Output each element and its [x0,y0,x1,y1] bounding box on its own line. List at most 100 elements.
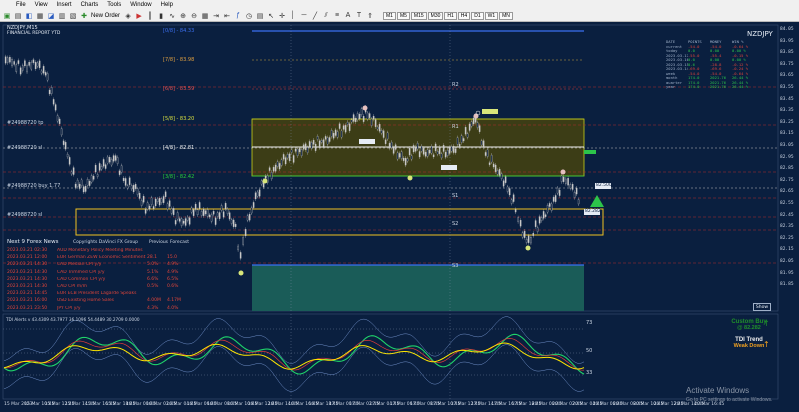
menu-tools[interactable]: Tools [107,2,121,8]
menu-view[interactable]: View [35,2,48,8]
timeframe-m15[interactable]: M15 [410,11,427,20]
stats-row: year 174.0 2021.76 26.44 % [666,84,776,89]
period-icon[interactable]: ◷ [245,12,253,20]
candle-body [36,62,39,67]
profiles-icon[interactable]: ▤ [14,12,22,20]
chart-shift-icon[interactable]: ⇤ [223,12,231,20]
horizontal-line-icon[interactable]: ─ [300,12,308,20]
candle-chart-icon[interactable]: ▮ [157,12,165,20]
candle-body [146,202,149,210]
news-cell: 2023.03.21 16:00 [7,298,48,304]
candle-body [54,104,57,111]
timeframe-m30[interactable]: M30 [427,11,444,20]
candle-body [386,132,389,140]
order-label-sl: #24988720 sl [7,145,43,151]
candle-body [166,203,169,210]
timeframe-m5[interactable]: M5 [396,11,410,20]
news-cell: JPY CPI y/y [57,305,81,311]
timeframe-h4[interactable]: H4 [457,11,471,20]
channel-icon[interactable]: ⫽ [322,12,330,20]
autoscroll-icon[interactable]: ⇥ [212,12,220,20]
trendline-icon[interactable]: ╱ [311,12,319,20]
tester-icon[interactable]: ▧ [69,12,77,20]
show-button[interactable]: Show [753,303,771,311]
candle-body [575,187,578,195]
candle-body [290,149,293,153]
timeframe-d1[interactable]: D1 [471,11,484,20]
candle-body [208,214,211,218]
crosshair-icon[interactable]: ✛ [278,12,286,20]
text-icon[interactable]: A [344,12,352,20]
menu-insert[interactable]: Insert [57,2,72,8]
candle-body [521,232,524,238]
news-row: 2023.03.21 14:30 CAD Common CPI y/y 6.6% 6.… [7,276,247,283]
candle-body [282,154,285,160]
meta-editor-icon[interactable]: ◈ [124,12,132,20]
candle-body [202,208,205,216]
candle-body [484,152,487,156]
timeframe-h1[interactable]: H1 [444,11,457,20]
candle-body [436,151,439,155]
price-chart[interactable]: ↑ ↑ NZDJPY,M15 FINANCIAL REPORT YTD [0/8… [0,23,799,412]
new-chart-icon[interactable]: ▣ [3,12,11,20]
menu-help[interactable]: Help [161,2,173,8]
navigator-icon[interactable]: ◪ [47,12,55,20]
news-cell: 2023.03.21 14:30 [7,269,48,275]
bar-chart-icon[interactable]: ┃ [146,12,154,20]
candle-body [552,197,555,202]
candle-body [424,151,427,157]
new-order-icon[interactable]: ✚ [80,12,88,20]
candle-body [380,130,383,134]
timeframe-m1[interactable]: M1 [383,11,396,20]
candle-body [80,179,83,187]
line-chart-icon[interactable]: ∿ [168,12,176,20]
timeframe-mn[interactable]: MN [499,11,513,20]
candle-body [294,148,297,152]
timeframe-w1[interactable]: W1 [484,11,499,20]
candle-body [476,122,479,128]
terminal-icon[interactable]: ▥ [58,12,66,20]
candle-body [569,184,572,189]
candle-body [308,141,311,147]
candle-body [468,123,471,131]
green-zone [252,265,584,311]
candle-body [248,214,251,221]
price-axis-label: 82.65 [780,189,794,195]
arrows-icon[interactable]: ⇑ [366,12,374,20]
candle-body [358,114,361,119]
news-row: 2023.03.21 14:30 CAD Median CPI y/y 5.0% 4.… [7,261,247,268]
candle-body [420,145,423,152]
zoom-out-icon[interactable]: ⊖ [190,12,198,20]
candle-body [152,206,155,209]
menu-file[interactable]: File [16,2,26,8]
market-watch-icon[interactable]: ◧ [25,12,33,20]
candle-body [138,192,141,199]
candle-body [506,186,509,192]
data-window-icon[interactable]: ▦ [36,12,44,20]
tile-windows-icon[interactable]: ▦ [201,12,209,20]
candle-body [502,180,505,187]
candle-body [490,154,493,163]
label-icon[interactable]: T [355,12,363,20]
candle-body [322,139,325,147]
candle-body [378,124,381,132]
candle-body [478,125,481,132]
tdi-plot-frame [2,313,779,400]
templates-icon[interactable]: ▤ [256,12,264,20]
zoom-in-icon[interactable]: ⊕ [179,12,187,20]
autotrading-icon[interactable]: ▶ [135,12,143,20]
candle-body [220,205,223,211]
candle-body [98,163,101,171]
candle-body [348,123,351,131]
menu-charts[interactable]: Charts [81,2,99,8]
news-cell: 0.6% [167,284,179,290]
menu-window[interactable]: Window [130,2,151,8]
news-cell: 4.3% [147,305,159,311]
new-order-button[interactable]: New Order [91,13,120,19]
price-axis-label: 82.35 [780,224,794,230]
vertical-line-icon[interactable]: │ [289,12,297,20]
cursor-icon[interactable]: ↖ [267,12,275,20]
indicators-icon[interactable]: ƒ [234,12,242,20]
candle-body [272,167,275,172]
fibo-icon[interactable]: ≡ [333,12,341,20]
